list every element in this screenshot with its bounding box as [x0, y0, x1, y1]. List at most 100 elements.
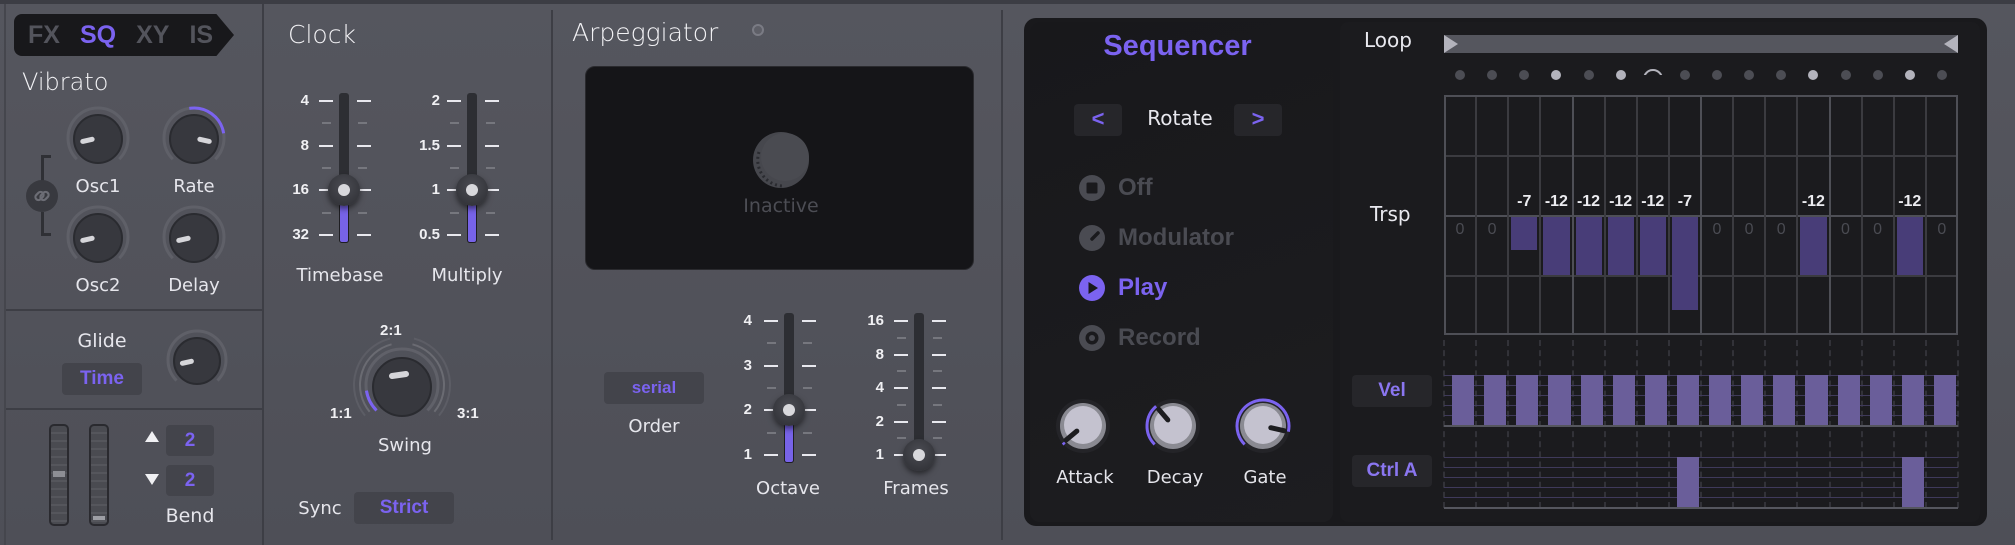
velocity-lane-bar[interactable]	[1676, 375, 1699, 425]
velocity-lane-bar[interactable]	[1452, 375, 1475, 425]
step-dot[interactable]	[1872, 70, 1883, 80]
transpose-grid-column	[1507, 97, 1510, 333]
mode-record[interactable]: Record	[1078, 323, 1201, 353]
multiply-slider-minor-tick	[486, 167, 495, 169]
step-dot[interactable]	[1712, 70, 1723, 80]
tab-is[interactable]: IS	[189, 21, 213, 50]
octave-slider-tick-label: 2	[743, 401, 752, 419]
rotate-right-button[interactable]: >	[1234, 104, 1282, 136]
step-dot[interactable]	[1583, 70, 1594, 80]
vibrato-knob-osc1[interactable]	[66, 106, 130, 170]
arpeggiator-enable-led[interactable]	[752, 24, 764, 36]
clock-title: Clock	[288, 20, 356, 49]
lane-divider	[1892, 340, 1895, 508]
transpose-value-label: -12	[1609, 193, 1633, 210]
ctrl-a-lane-button[interactable]: Ctrl A	[1352, 455, 1432, 487]
velocity-lane-bar[interactable]	[1805, 375, 1828, 425]
mod-wheel[interactable]	[89, 424, 109, 526]
mode-modulator[interactable]: Modulator	[1078, 223, 1234, 253]
ctrl-a-lane-bar[interactable]	[1676, 457, 1699, 507]
envelope-knob-gate[interactable]	[1235, 398, 1291, 454]
link-icon[interactable]	[26, 180, 58, 212]
swing-knob[interactable]	[352, 335, 452, 435]
ctrl-a-lane-bar[interactable]	[1901, 457, 1924, 507]
tab-fx[interactable]: FX	[28, 21, 60, 50]
transpose-value-label: -12	[1641, 193, 1665, 210]
timebase-slider-tick-label: 4	[300, 92, 309, 109]
envelope-knob-attack[interactable]	[1055, 398, 1111, 454]
rotate-left-button[interactable]: <	[1074, 104, 1122, 136]
attack-label: Attack	[1056, 467, 1114, 488]
frames-slider-tick-label: 2	[875, 412, 884, 430]
velocity-lane-bar[interactable]	[1837, 375, 1860, 425]
velocity-lane-bar[interactable]	[1901, 375, 1924, 425]
velocity-lane-bar[interactable]	[1484, 375, 1507, 425]
transpose-bar[interactable]	[1639, 217, 1666, 275]
stop-icon	[1079, 175, 1105, 201]
vibrato-knob-osc2[interactable]	[66, 205, 130, 269]
mode-play[interactable]: Play	[1078, 273, 1167, 303]
pitch-wheel[interactable]	[49, 424, 69, 526]
velocity-lane-bar[interactable]	[1612, 375, 1635, 425]
velocity-lane-bar[interactable]	[1773, 375, 1796, 425]
transpose-bar[interactable]	[1671, 217, 1698, 310]
step-dot[interactable]	[1455, 70, 1466, 80]
divider-glide-bend	[6, 408, 262, 410]
glide-knob[interactable]	[166, 329, 228, 391]
pitch-wheel-marker	[53, 471, 65, 477]
transpose-bar[interactable]	[1896, 217, 1923, 275]
velocity-lane-bar[interactable]	[1741, 375, 1764, 425]
ctrl-a-lane-gridline	[1444, 457, 1958, 458]
velocity-lane-bar[interactable]	[1548, 375, 1571, 425]
bend-up-value[interactable]: 2	[166, 425, 214, 456]
loop-start-handle[interactable]	[1444, 35, 1458, 53]
step-dot[interactable]	[1615, 70, 1626, 80]
transpose-bar[interactable]	[1543, 217, 1570, 275]
glide-mode-button[interactable]: Time	[62, 363, 142, 395]
vibrato-knob-delay[interactable]	[162, 205, 226, 269]
lane-divider	[1603, 340, 1606, 508]
tab-sq[interactable]: SQ	[80, 21, 116, 50]
envelope-knob-decay[interactable]	[1145, 398, 1201, 454]
order-button[interactable]: serial	[604, 372, 704, 404]
sync-mode-button[interactable]: Strict	[354, 492, 454, 524]
tab-xy[interactable]: XY	[136, 21, 169, 50]
velocity-lane-bar[interactable]	[1933, 375, 1956, 425]
step-dot[interactable]	[1840, 70, 1851, 80]
octave-slider-minor-tick	[803, 387, 812, 389]
step-dot[interactable]	[1904, 70, 1915, 80]
vibrato-knob-osc2-indicator	[80, 235, 95, 243]
transpose-bar[interactable]	[1800, 217, 1827, 275]
loop-range-bar[interactable]	[1444, 35, 1958, 53]
mode-off[interactable]: Off	[1078, 173, 1153, 203]
loop-end-handle[interactable]	[1944, 35, 1958, 53]
bend-down-value[interactable]: 2	[166, 465, 214, 496]
top-border	[0, 0, 2015, 4]
frames-slider-thumb[interactable]	[903, 439, 935, 471]
ctrl-a-lane-baseline	[1444, 507, 1958, 509]
multiply-label: Multiply	[431, 265, 503, 286]
transpose-bar[interactable]	[1607, 217, 1634, 275]
step-dot[interactable]	[1936, 70, 1947, 80]
vibrato-knob-rate[interactable]	[162, 106, 226, 170]
transpose-grid-column	[1667, 97, 1670, 333]
velocity-lane-bar[interactable]	[1869, 375, 1892, 425]
mode-play-label: Play	[1118, 274, 1168, 301]
octave-slider-minor-tick	[767, 431, 776, 434]
step-dot[interactable]	[1679, 70, 1690, 80]
transpose-bar[interactable]	[1511, 217, 1538, 250]
velocity-lane-bar[interactable]	[1516, 375, 1539, 425]
transpose-value-label: 0	[1712, 221, 1722, 238]
link-bracket-top	[41, 155, 51, 181]
velocity-lane-bar[interactable]	[1709, 375, 1732, 425]
frames-slider-tick-label: 16	[867, 312, 884, 329]
timebase-slider-tick	[319, 234, 333, 236]
octave-slider-minor-tick	[767, 342, 776, 345]
transpose-bar[interactable]	[1575, 217, 1602, 275]
velocity-lane-button[interactable]: Vel	[1352, 375, 1432, 407]
divider-clock-arp	[551, 10, 553, 540]
transpose-value-label: 0	[1776, 221, 1786, 238]
transpose-value-label: -12	[1898, 193, 1922, 210]
velocity-lane-bar[interactable]	[1580, 375, 1603, 425]
velocity-lane-bar[interactable]	[1644, 375, 1667, 425]
